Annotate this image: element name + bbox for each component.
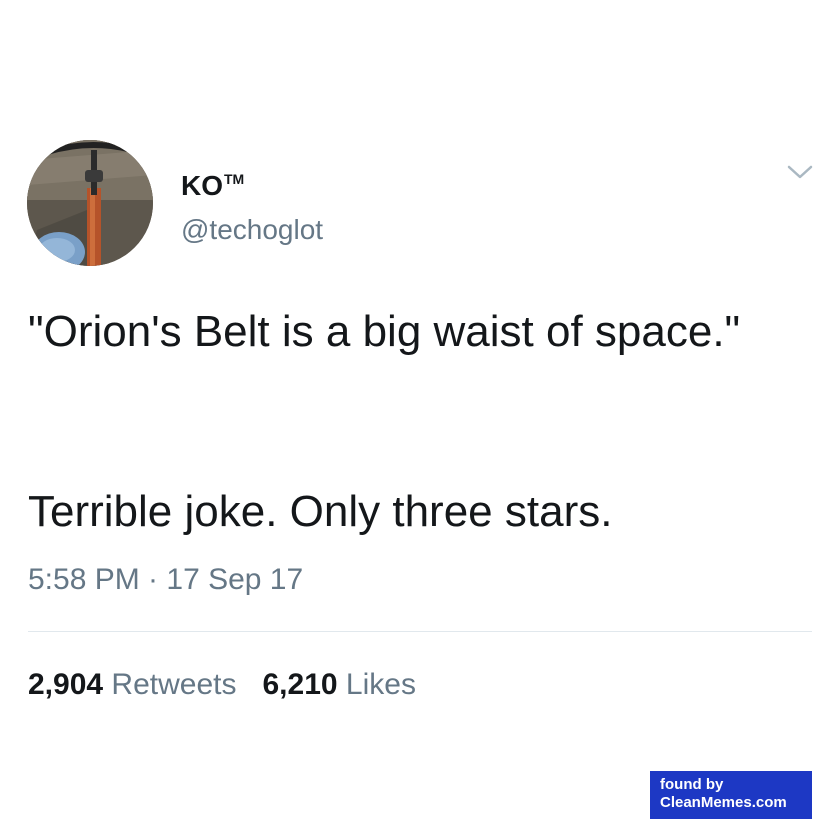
divider bbox=[28, 631, 812, 632]
likes-count: 6,210 bbox=[262, 668, 338, 701]
retweets-count: 2,904 bbox=[28, 668, 104, 701]
author-handle[interactable]: @techoglot bbox=[181, 214, 323, 246]
watermark-line1: found by bbox=[660, 776, 724, 793]
bicycle-photo-avatar-icon bbox=[27, 140, 153, 266]
likes-stat[interactable]: 6,210 Likes bbox=[262, 668, 415, 701]
chevron-down-icon[interactable] bbox=[786, 162, 814, 184]
tweet-timestamp[interactable]: 5:58 PM · 17 Sep 17 bbox=[28, 562, 303, 598]
watermark-line2: CleanMemes.com bbox=[660, 794, 787, 811]
author-display-name[interactable]: KOTM bbox=[181, 163, 244, 202]
watermark-badge: found by CleanMemes.com bbox=[650, 771, 812, 819]
tweet-card: KOTM @techoglot "Orion's Belt is a big w… bbox=[0, 0, 840, 840]
author-name: KO bbox=[181, 170, 223, 201]
tweet-stats: 2,904 Retweets 6,210 Likes bbox=[28, 667, 416, 703]
tweet-text-quote: "Orion's Belt is a big waist of space." bbox=[28, 307, 741, 356]
retweets-stat[interactable]: 2,904 Retweets bbox=[28, 668, 236, 701]
tweet-text-comment: Terrible joke. Only three stars. bbox=[28, 487, 613, 536]
author-avatar[interactable] bbox=[27, 140, 153, 266]
trademark-mark: TM bbox=[224, 171, 245, 187]
retweets-label: Retweets bbox=[111, 668, 237, 701]
likes-label: Likes bbox=[345, 668, 416, 701]
